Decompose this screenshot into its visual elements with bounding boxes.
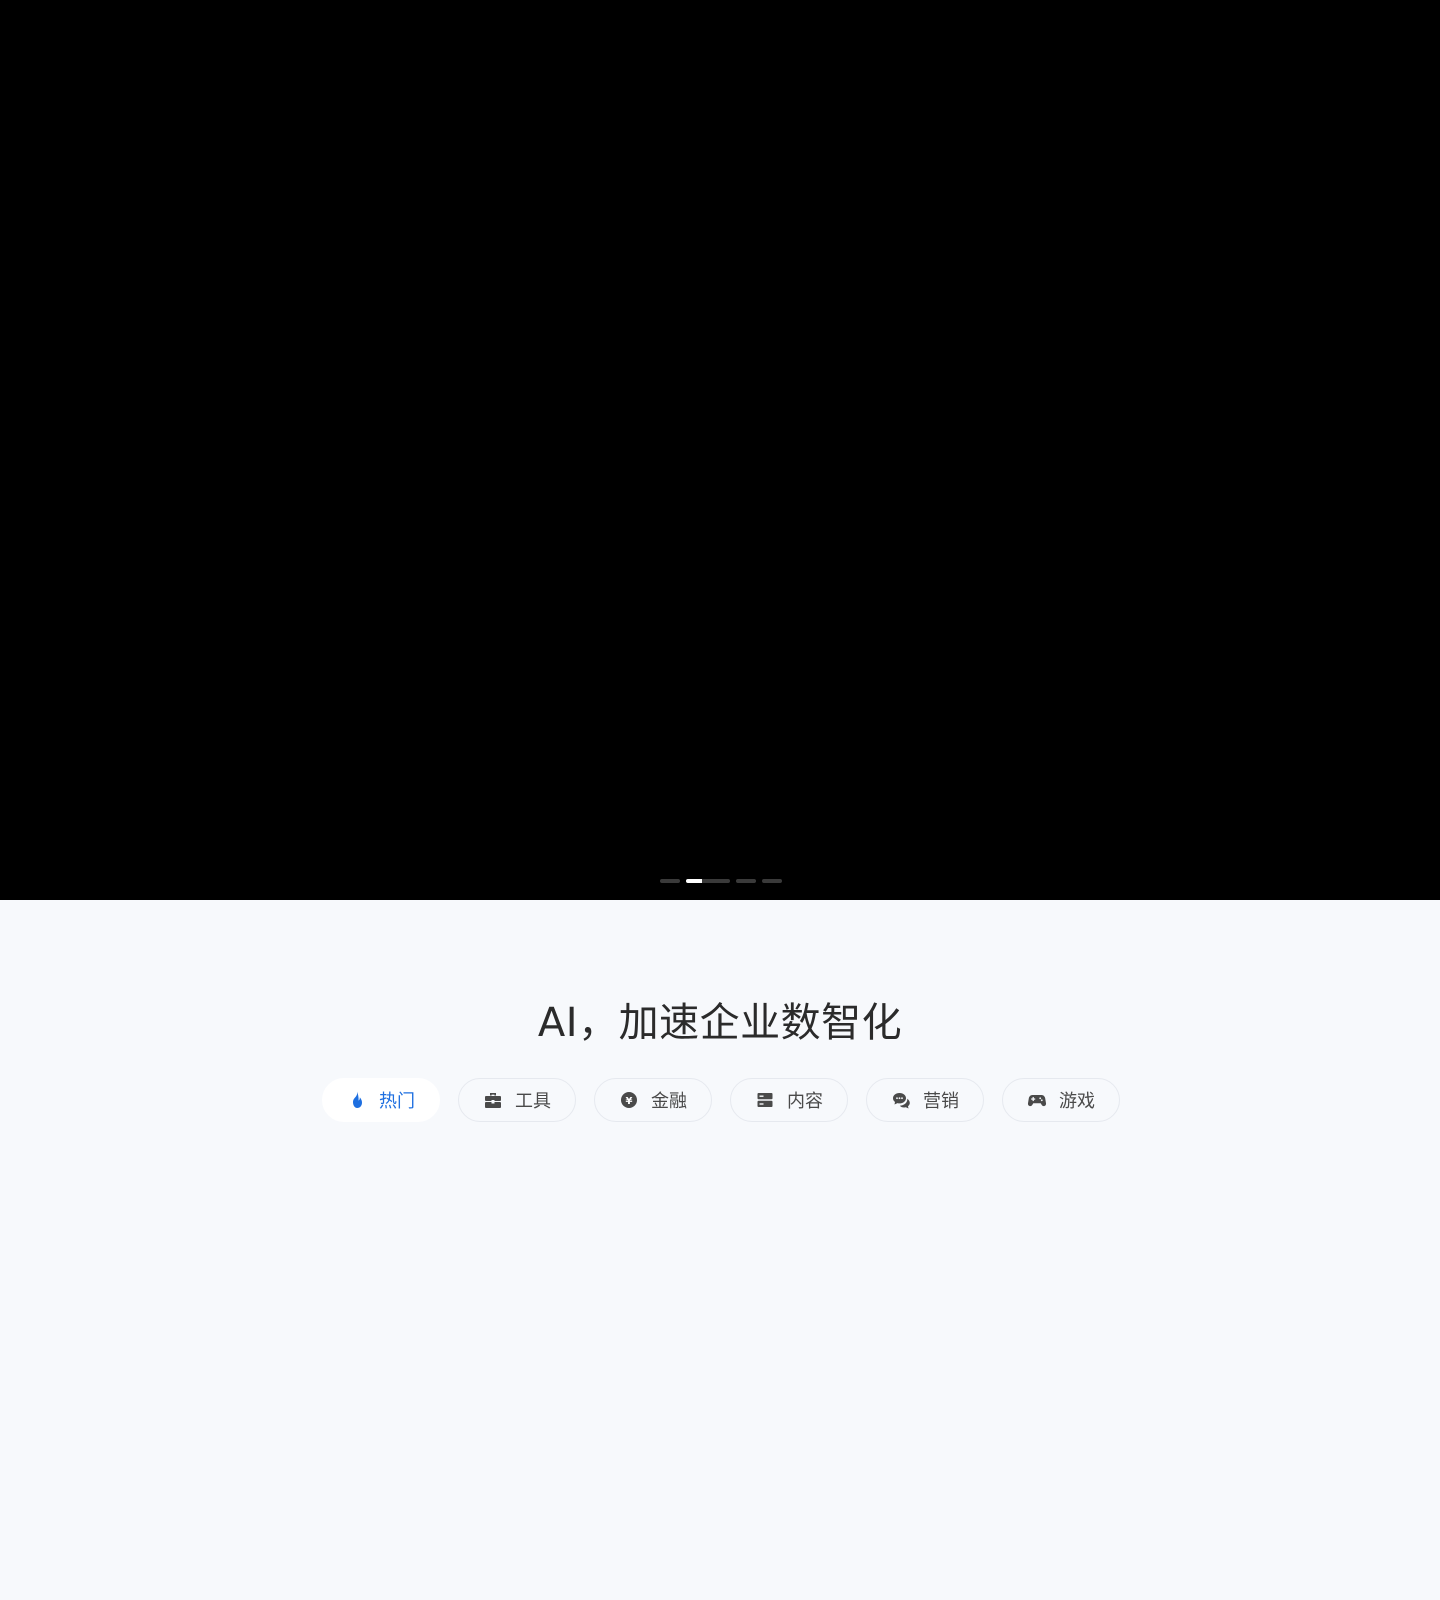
- carousel-dot-1[interactable]: [660, 879, 680, 883]
- carousel-dot-4[interactable]: [762, 879, 782, 883]
- yen-coin-icon: ¥: [619, 1090, 639, 1110]
- section-title: AI，加速企业数智化: [537, 1000, 903, 1046]
- flame-icon: [347, 1090, 367, 1110]
- tab-marketing[interactable]: 营销: [866, 1078, 984, 1122]
- solutions-section: AI，加速企业数智化 热门 工具 ¥ 金融 内容 营销 游戏: [0, 900, 1440, 1600]
- tab-games[interactable]: 游戏: [1002, 1078, 1120, 1122]
- tab-finance[interactable]: ¥ 金融: [594, 1078, 712, 1122]
- tab-label: 工具: [515, 1091, 551, 1112]
- toolbox-icon: [483, 1090, 503, 1110]
- carousel-dot-3[interactable]: [736, 879, 756, 883]
- tab-label: 内容: [787, 1091, 823, 1112]
- chat-bubbles-icon: [891, 1090, 911, 1110]
- tab-label: 营销: [923, 1091, 959, 1112]
- hero-carousel: [0, 0, 1440, 900]
- tab-label: 热门: [379, 1091, 415, 1112]
- tab-label: 金融: [651, 1091, 687, 1112]
- tab-label: 游戏: [1059, 1091, 1095, 1112]
- tab-content[interactable]: 内容: [730, 1078, 848, 1122]
- tab-hot[interactable]: 热门: [322, 1078, 440, 1122]
- server-icon: [755, 1090, 775, 1110]
- carousel-indicators: [660, 879, 782, 883]
- category-tabs: 热门 工具 ¥ 金融 内容 营销 游戏: [322, 1078, 1122, 1122]
- tab-tools[interactable]: 工具: [458, 1078, 576, 1122]
- carousel-dot-2-active[interactable]: [686, 879, 730, 883]
- gamepad-icon: [1027, 1090, 1047, 1110]
- svg-text:¥: ¥: [626, 1096, 633, 1107]
